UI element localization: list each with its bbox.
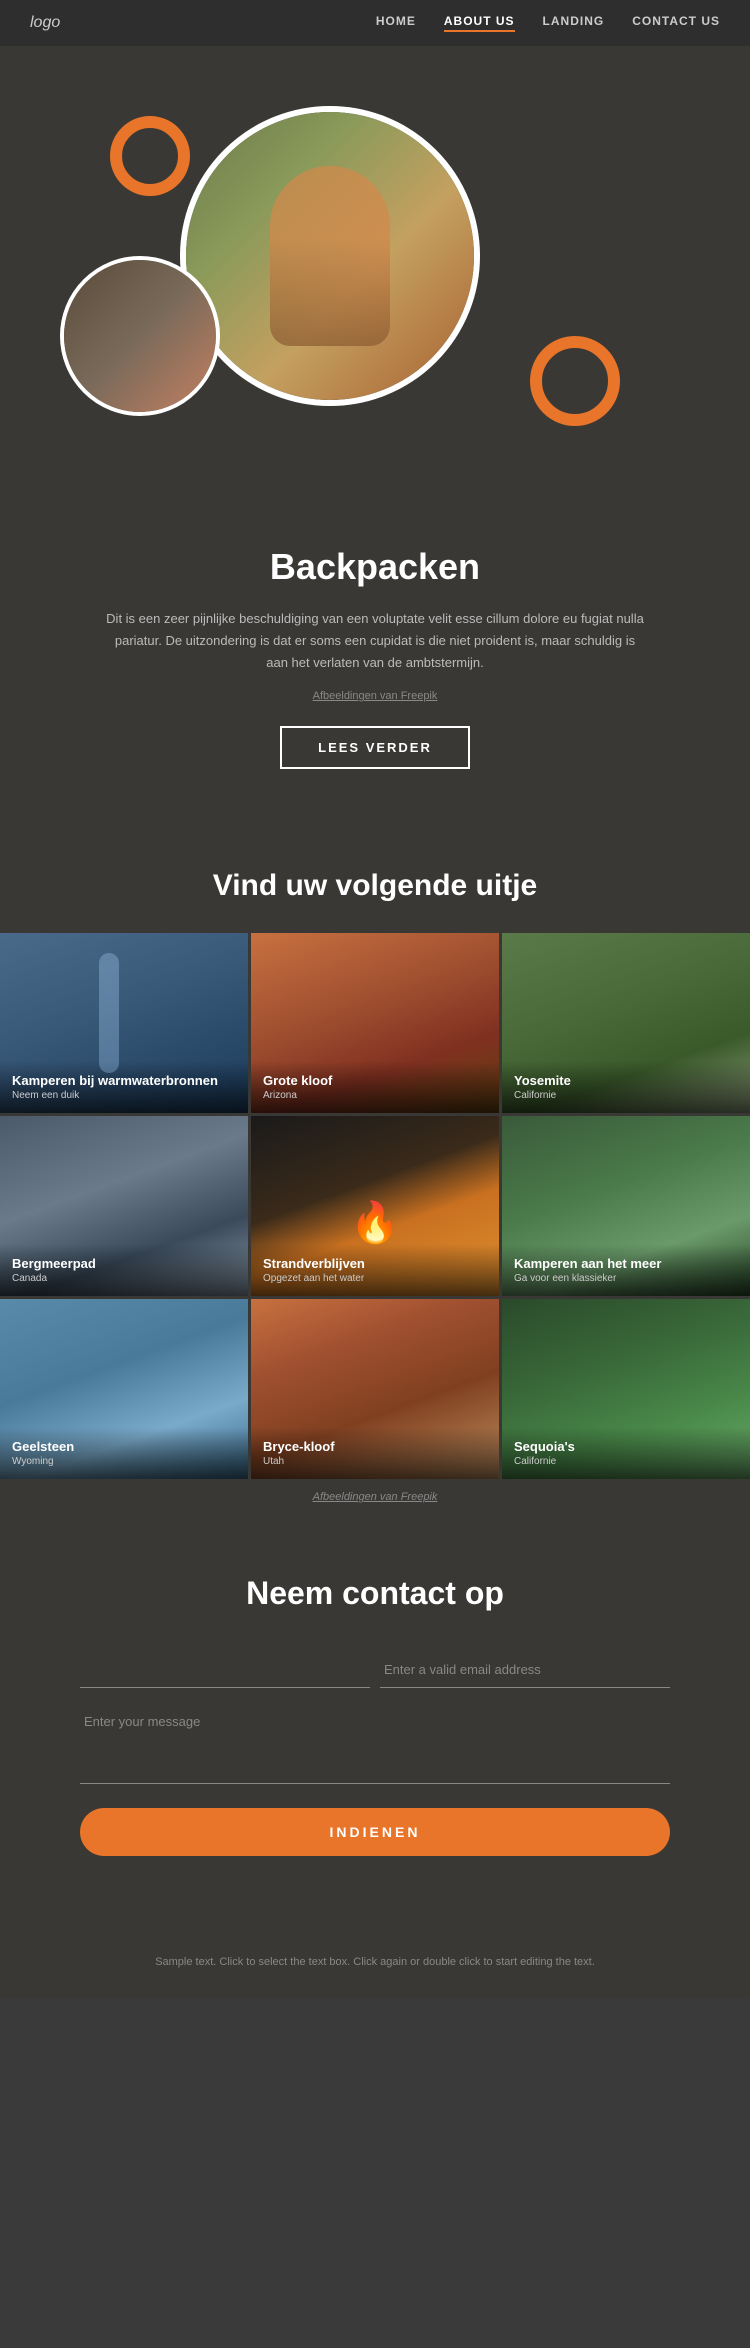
grid-overlay-bryce: Bryce-kloof Utah [251, 1427, 499, 1479]
grid-sub-canyon: Arizona [263, 1090, 487, 1101]
destination-grid: Kamperen bij warmwaterbronnen Neem een d… [0, 933, 750, 1479]
contact-title: Neem contact op [80, 1575, 670, 1612]
grid-overlay-lake: Kamperen aan het meer Ga voor een klassi… [502, 1244, 750, 1296]
grid-sub-sequoia: Californie [514, 1456, 738, 1467]
grid-item-yosemite[interactable]: Yosemite Californie [502, 933, 750, 1113]
grid-item-lake[interactable]: Kamperen aan het meer Ga voor een klassi… [502, 1116, 750, 1296]
grid-item-waterfall[interactable]: Kamperen bij warmwaterbronnen Neem een d… [0, 933, 248, 1113]
grid-sub-waterfall: Neem een duik [12, 1090, 236, 1101]
grid-title-sequoia: Sequoia's [514, 1439, 738, 1454]
nav-links: HOME ABOUT US LANDING CONTACT US [376, 14, 720, 32]
grid-overlay-fire: Strandverblijven Opgezet aan het water [251, 1244, 499, 1296]
footer-note: Sample text. Click to select the text bo… [0, 1936, 750, 1998]
grid-overlay-sequoia: Sequoia's Californie [502, 1427, 750, 1479]
grid-item-fire[interactable]: Strandverblijven Opgezet aan het water [251, 1116, 499, 1296]
grid-sub-bryce: Utah [263, 1456, 487, 1467]
grid-item-sequoia[interactable]: Sequoia's Californie [502, 1299, 750, 1479]
grid-item-canyon[interactable]: Grote kloof Arizona [251, 933, 499, 1113]
grid-title-bryce: Bryce-kloof [263, 1439, 487, 1454]
main-photo-content [186, 112, 474, 400]
message-textarea[interactable] [80, 1704, 670, 1784]
grid-overlay-canyon: Grote kloof Arizona [251, 1061, 499, 1113]
orange-ring-bottomright [530, 336, 620, 426]
hero-title: Backpacken [60, 546, 690, 588]
nav-landing[interactable]: LANDING [543, 14, 605, 32]
vind-title: Vind uw volgende uitje [0, 869, 750, 903]
grid-sub-fire: Opgezet aan het water [263, 1273, 487, 1284]
grid-title-beach: Geelsteen [12, 1439, 236, 1454]
orange-ring-topleft [110, 116, 190, 196]
nav-about[interactable]: ABOUT US [444, 14, 515, 32]
grid-item-beach[interactable]: Geelsteen Wyoming [0, 1299, 248, 1479]
form-row-top [80, 1652, 670, 1704]
email-input[interactable] [380, 1652, 670, 1688]
grid-title-fire: Strandverblijven [263, 1256, 487, 1271]
contact-form: INDIENEN [80, 1652, 670, 1856]
main-circle-photo [180, 106, 480, 406]
grid-overlay-waterfall: Kamperen bij warmwaterbronnen Neem een d… [0, 1061, 248, 1113]
footer-text: Sample text. Click to select the text bo… [155, 1956, 595, 1968]
logo: logo [30, 14, 60, 32]
grid-overlay-yosemite: Yosemite Californie [502, 1061, 750, 1113]
grid-item-mountain[interactable]: Bergmeerpad Canada [0, 1116, 248, 1296]
grid-title-lake: Kamperen aan het meer [514, 1256, 738, 1271]
contact-section: Neem contact op INDIENEN [0, 1515, 750, 1936]
nav-home[interactable]: HOME [376, 14, 416, 32]
grid-sub-beach: Wyoming [12, 1456, 236, 1467]
hero-section [0, 46, 750, 516]
grid-credit[interactable]: Afbeeldingen van Freepik [0, 1479, 750, 1515]
grid-sub-lake: Ga voor een klassieker [514, 1273, 738, 1284]
hero-credit[interactable]: Afbeeldingen van Freepik [60, 690, 690, 702]
name-input[interactable] [80, 1652, 370, 1688]
lees-verder-button[interactable]: LEES VERDER [280, 726, 470, 769]
small-circle-photo [60, 256, 220, 416]
grid-sub-mountain: Canada [12, 1273, 236, 1284]
navigation: logo HOME ABOUT US LANDING CONTACT US [0, 0, 750, 46]
hero-text-section: Backpacken Dit is een zeer pijnlijke bes… [0, 516, 750, 819]
grid-sub-yosemite: Californie [514, 1090, 738, 1101]
vind-section: Vind uw volgende uitje Kamperen bij warm… [0, 819, 750, 1515]
submit-button[interactable]: INDIENEN [80, 1808, 670, 1856]
hero-description: Dit is een zeer pijnlijke beschuldiging … [105, 608, 645, 674]
grid-title-waterfall: Kamperen bij warmwaterbronnen [12, 1073, 236, 1088]
grid-title-canyon: Grote kloof [263, 1073, 487, 1088]
grid-overlay-mountain: Bergmeerpad Canada [0, 1244, 248, 1296]
grid-title-mountain: Bergmeerpad [12, 1256, 236, 1271]
grid-title-yosemite: Yosemite [514, 1073, 738, 1088]
small-photo-content [64, 260, 216, 412]
grid-item-bryce[interactable]: Bryce-kloof Utah [251, 1299, 499, 1479]
grid-overlay-beach: Geelsteen Wyoming [0, 1427, 248, 1479]
hero-circles [30, 96, 720, 456]
nav-contact[interactable]: CONTACT US [632, 14, 720, 32]
